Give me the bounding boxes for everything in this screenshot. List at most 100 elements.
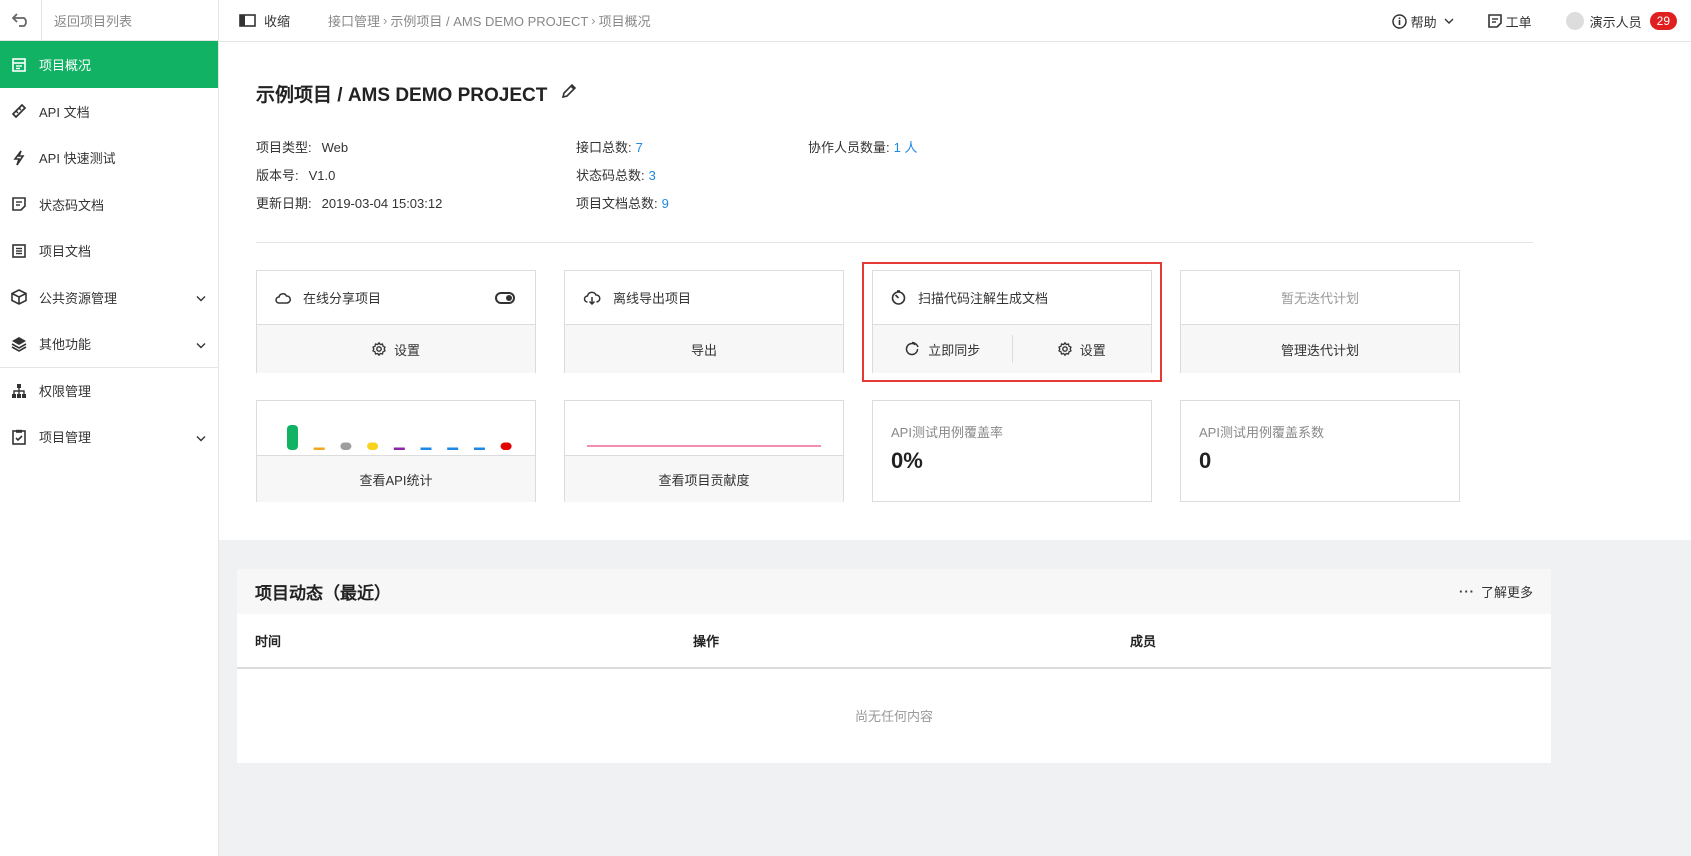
status-total-link[interactable]: 3: [649, 168, 656, 183]
ticket-button[interactable]: 工单: [1487, 12, 1532, 31]
collapse-label: 收缩: [264, 14, 291, 29]
view-api-stats-button[interactable]: 查看API统计: [257, 455, 535, 502]
members-count: 协作人员数量: 1 人: [808, 137, 917, 156]
page-title: 示例项目 / AMS DEMO PROJECT: [256, 80, 577, 107]
api-total: 接口总数: 7: [576, 137, 643, 156]
sidebar-item-api-test[interactable]: API 快速测试: [0, 135, 218, 182]
members-link[interactable]: 1 人: [894, 140, 918, 155]
doc-total-link[interactable]: 9: [662, 196, 669, 211]
back-label[interactable]: 返回项目列表: [42, 11, 132, 30]
back-to-projects[interactable]: 返回项目列表: [0, 0, 218, 41]
overview-icon: [10, 56, 28, 74]
info-label: 协作人员数量:: [808, 140, 890, 155]
layers-icon: [10, 335, 28, 353]
more-dots-icon: ···: [1458, 584, 1475, 599]
project-updated: 更新日期: 2019-03-04 15:03:12: [256, 193, 442, 212]
info-label: 接口总数:: [576, 140, 632, 155]
mini-bar: [500, 442, 512, 450]
export-button[interactable]: 导出: [565, 325, 843, 373]
sidebar-item-other-features[interactable]: 其他功能: [0, 321, 218, 368]
export-label: 导出: [690, 342, 717, 358]
doc-total: 项目文档总数: 9: [576, 193, 669, 212]
column-header-action: 操作: [693, 634, 720, 649]
sidebar-item-label: 项目文档: [39, 244, 92, 260]
chevron-down-icon[interactable]: [196, 336, 206, 351]
sidebar-item-overview[interactable]: 项目概况: [0, 41, 218, 88]
chevron-down-icon[interactable]: [196, 290, 206, 305]
mini-bar: [420, 447, 432, 450]
main-content: 示例项目 / AMS DEMO PROJECT 项目类型: Web 版本号: V1.…: [219, 42, 1691, 856]
sidebar-item-project-doc[interactable]: 项目文档: [0, 228, 218, 275]
lightning-icon: [10, 149, 28, 167]
collapse-sidebar-button[interactable]: 收缩: [239, 11, 290, 30]
breadcrumb-item[interactable]: 示例项目 / AMS DEMO PROJECT: [390, 11, 588, 30]
ticket-label: 工单: [1505, 14, 1532, 30]
sidebar-item-label: API 文档: [39, 104, 90, 120]
api-stats-mini-chart: [257, 401, 535, 455]
view-contribution-button[interactable]: 查看项目贡献度: [565, 455, 843, 502]
notification-badge[interactable]: 29: [1649, 12, 1677, 30]
gear-icon: [372, 342, 386, 356]
info-value: 2019-03-04 15:03:12: [321, 196, 443, 211]
sidebar-item-public-resources[interactable]: 公共资源管理: [0, 274, 218, 321]
divider: [256, 242, 1533, 243]
info-label: 更新日期:: [256, 196, 312, 211]
cloud-icon: [275, 292, 291, 304]
info-label: 项目文档总数:: [576, 196, 658, 211]
contribution-line-chart: [587, 445, 821, 447]
top-right-actions: 帮助 工单 演示人员 29: [1391, 0, 1691, 42]
sidebar-item-project-management[interactable]: 项目管理: [0, 414, 218, 461]
iteration-title: 暂无迭代计划: [1280, 291, 1359, 306]
settings-label: 设置: [393, 342, 420, 358]
cloud-download-icon: [583, 291, 601, 305]
avatar: [1565, 12, 1584, 30]
sidebar-item-status-doc[interactable]: 状态码文档: [0, 181, 218, 228]
chevron-down-icon[interactable]: [196, 429, 206, 444]
chevron-down-icon: [1444, 18, 1454, 24]
mini-bar: [287, 425, 298, 450]
column-header-time: 时间: [255, 634, 282, 649]
mini-bar: [393, 447, 405, 450]
cube-icon: [10, 288, 28, 306]
back-arrow-icon[interactable]: [0, 0, 42, 41]
breadcrumb-item[interactable]: 接口管理: [328, 11, 380, 30]
share-settings-button[interactable]: 设置: [257, 325, 535, 373]
manage-iteration-label: 管理迭代计划: [1280, 342, 1359, 358]
export-card: 离线导出项目 导出: [564, 270, 844, 373]
project-version: 版本号: V1.0: [256, 165, 335, 184]
activity-table-header: 时间 操作 成员: [237, 614, 1551, 669]
sidebar: 返回项目列表 项目概况 API 文档 API 快速测试 状态码文档 项目文档 公…: [0, 0, 219, 856]
coverage-rate-card: API测试用例覆盖率 0%: [872, 400, 1152, 502]
share-toggle[interactable]: [495, 292, 515, 304]
hierarchy-icon: [10, 382, 28, 400]
edit-icon[interactable]: [561, 83, 577, 105]
learn-more-link[interactable]: ··· 了解更多: [1459, 582, 1533, 601]
clipboard-check-icon: [10, 428, 28, 446]
status-code-total: 状态码总数: 3: [576, 165, 656, 184]
manage-iteration-button[interactable]: 管理迭代计划: [1181, 325, 1459, 373]
sidebar-item-permissions[interactable]: 权限管理: [0, 367, 218, 414]
share-card: 在线分享项目 设置: [256, 270, 536, 373]
sidebar-item-label: 权限管理: [39, 384, 92, 400]
coverage-coef-value: 0: [1199, 448, 1212, 473]
iteration-card: 暂无迭代计划 管理迭代计划: [1180, 270, 1460, 373]
sidebar-item-label: 状态码文档: [39, 197, 105, 213]
coverage-coef-label: API测试用例覆盖系数: [1199, 425, 1324, 440]
help-menu[interactable]: 帮助: [1391, 12, 1454, 31]
api-total-link[interactable]: 7: [636, 140, 643, 155]
sidebar-item-label: 其他功能: [39, 337, 92, 353]
user-menu[interactable]: 演示人员 29: [1565, 12, 1677, 31]
info-label: 版本号:: [256, 168, 299, 183]
column-header-member: 成员: [1130, 634, 1157, 649]
sidebar-item-label: 公共资源管理: [39, 290, 118, 306]
sidebar-item-label: 项目管理: [39, 430, 92, 446]
view-api-stats-label: 查看API统计: [359, 472, 433, 488]
info-value: Web: [321, 140, 349, 155]
ticket-icon: [1487, 14, 1502, 28]
mini-bar-chart: [287, 425, 512, 450]
sidebar-collapse-icon: [239, 14, 256, 27]
export-title: 离线导出项目: [613, 291, 692, 306]
mini-bar: [313, 447, 325, 450]
info-label: 状态码总数:: [576, 168, 645, 183]
sidebar-item-api-doc[interactable]: API 文档: [0, 88, 218, 135]
